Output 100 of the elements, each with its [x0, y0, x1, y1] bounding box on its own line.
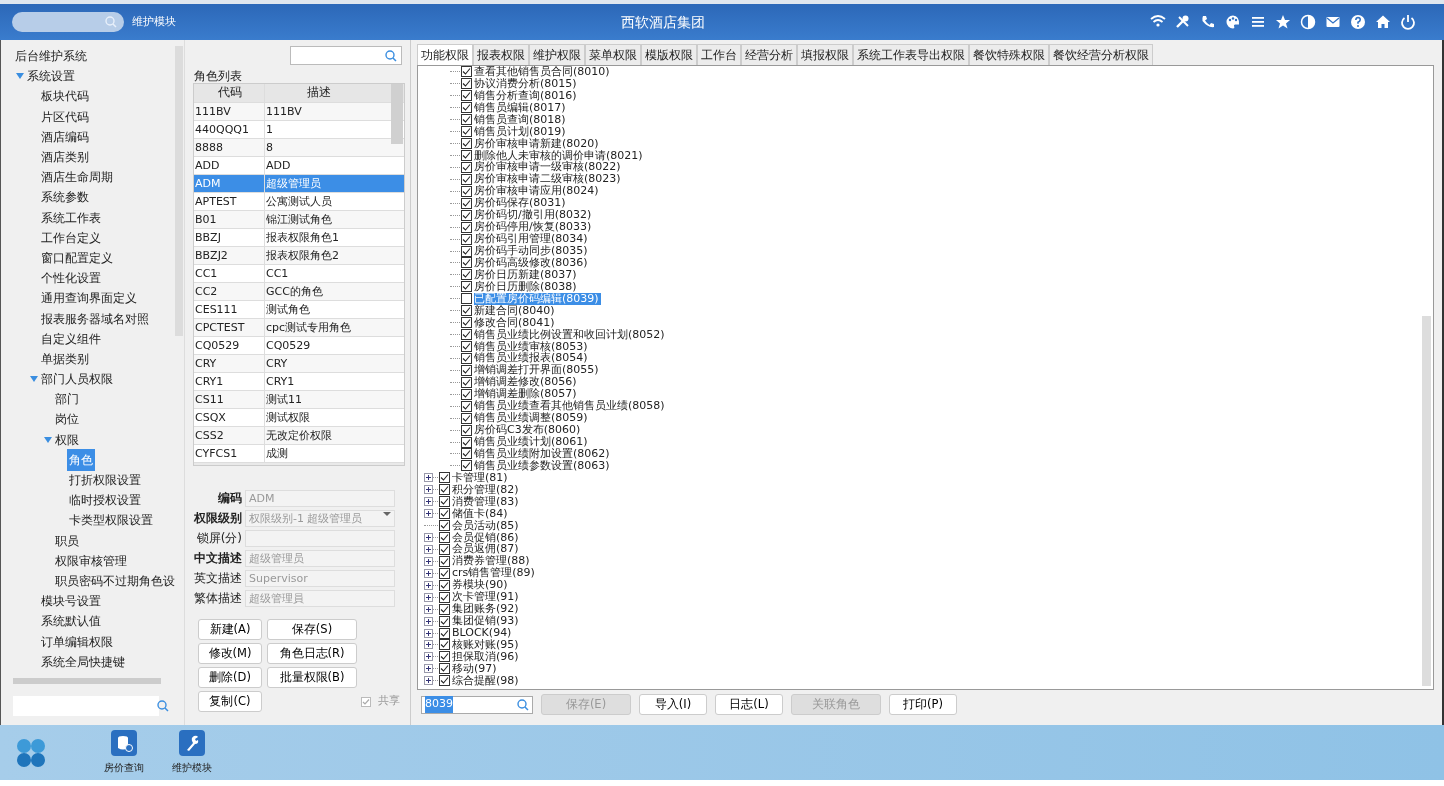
- tree-item[interactable]: 权限审核管理: [53, 549, 129, 572]
- tree-item[interactable]: 房价审核申请应用(8024): [474, 185, 601, 198]
- tree-item[interactable]: 协议消费分析(8015): [474, 77, 579, 90]
- search-field[interactable]: [13, 696, 159, 716]
- checkbox[interactable]: [461, 209, 472, 221]
- expand-icon[interactable]: [424, 652, 433, 662]
- app-label[interactable]: 房价查询: [104, 760, 144, 775]
- checkbox[interactable]: [439, 496, 450, 508]
- checkbox[interactable]: [461, 364, 472, 376]
- tree-item[interactable]: 销售员业绩计划(8061): [474, 436, 590, 449]
- tab[interactable]: 菜单权限: [585, 44, 641, 65]
- search-icon[interactable]: [517, 698, 529, 711]
- search-icon[interactable]: [157, 700, 169, 712]
- expand-icon[interactable]: [424, 473, 433, 483]
- tree-item[interactable]: 担保取消(96): [452, 650, 521, 663]
- tree-item[interactable]: 通用查询界面定义: [39, 287, 139, 310]
- checkbox[interactable]: [439, 508, 450, 520]
- expand-icon[interactable]: [424, 485, 433, 495]
- expand-icon[interactable]: [424, 544, 433, 554]
- expand-icon[interactable]: [424, 628, 433, 638]
- tree-item[interactable]: 房价码手动同步(8035): [474, 245, 590, 258]
- tree-item[interactable]: 工作台定义: [39, 226, 103, 249]
- search-field[interactable]: [12, 12, 124, 32]
- checkbox[interactable]: [439, 520, 450, 532]
- search-icon[interactable]: [385, 50, 397, 62]
- tree-item[interactable]: 消费券管理(88): [452, 555, 532, 568]
- tree-item[interactable]: 查看其他销售员合同(8010): [474, 66, 612, 78]
- tree-item[interactable]: 单据类别: [39, 347, 91, 370]
- tree-item[interactable]: 片区代码: [39, 105, 91, 128]
- checkbox[interactable]: [461, 245, 472, 257]
- checkbox[interactable]: [461, 150, 472, 162]
- phone-icon[interactable]: [1200, 14, 1216, 30]
- tree-item[interactable]: 修改合同(8041): [474, 316, 557, 329]
- checkbox[interactable]: [439, 651, 450, 663]
- tree-item[interactable]: 房价审核申请二级审核(8023): [474, 173, 623, 186]
- checkbox[interactable]: [439, 615, 450, 627]
- tree-item[interactable]: 房价码切/撤引用(8032): [474, 209, 594, 222]
- tree-item[interactable]: 岗位: [53, 408, 81, 431]
- tree-item[interactable]: 会员活动(85): [452, 519, 521, 532]
- tree-item[interactable]: 板块代码: [39, 85, 91, 108]
- expanded-arrow-icon[interactable]: [43, 435, 53, 444]
- expand-icon[interactable]: [424, 676, 433, 686]
- expand-icon[interactable]: [424, 533, 433, 543]
- checkbox[interactable]: [461, 185, 472, 197]
- tree-item[interactable]: 销售员计划(8019): [474, 125, 568, 138]
- tree-item[interactable]: crs销售管理(89): [452, 567, 537, 580]
- mail-icon[interactable]: [1325, 14, 1341, 30]
- action-button[interactable]: 批量权限(B): [267, 667, 357, 688]
- tree-item[interactable]: 增销调差修改(8056): [474, 376, 579, 389]
- tree-item[interactable]: 酒店编码: [39, 125, 91, 148]
- action-button[interactable]: 复制(C): [198, 691, 262, 712]
- checkbox[interactable]: [439, 472, 450, 484]
- tree-item[interactable]: 职员: [53, 529, 81, 552]
- tree-item[interactable]: 删除他人未审核的调价申请(8021): [474, 149, 645, 162]
- tree-item[interactable]: 自定义组件: [39, 327, 103, 350]
- tree-item[interactable]: 房价审核申请一级审核(8022): [474, 161, 623, 174]
- checkbox[interactable]: [461, 90, 472, 102]
- tree-item[interactable]: 储值卡(84): [452, 507, 510, 520]
- scrollbar[interactable]: [13, 678, 161, 684]
- expand-icon[interactable]: [424, 664, 433, 674]
- tree-item[interactable]: 部门人员权限: [39, 368, 115, 391]
- expand-icon[interactable]: [424, 556, 433, 566]
- checkbox[interactable]: [461, 66, 472, 78]
- menu-icon[interactable]: [1250, 14, 1266, 30]
- tree-item[interactable]: 增销调差删除(8057): [474, 388, 579, 401]
- expand-icon[interactable]: [424, 580, 433, 590]
- checkbox[interactable]: [461, 352, 472, 364]
- checkbox[interactable]: [461, 388, 472, 400]
- tab[interactable]: 报表权限: [473, 44, 529, 65]
- checkbox[interactable]: [461, 424, 472, 436]
- checkbox[interactable]: [439, 603, 450, 615]
- checkbox[interactable]: [461, 436, 472, 448]
- tree-item[interactable]: 销售员业绩报表(8054): [474, 352, 590, 365]
- tree-item[interactable]: 销售分析查询(8016): [474, 89, 579, 102]
- column-header[interactable]: 描述: [265, 84, 372, 102]
- checkbox[interactable]: [461, 448, 472, 460]
- tree-item[interactable]: 销售员业绩比例设置和收回计划(8052): [474, 328, 667, 341]
- checkbox[interactable]: [439, 663, 450, 675]
- scrollbar[interactable]: [1422, 316, 1431, 686]
- checkbox[interactable]: [461, 221, 472, 233]
- tree-item[interactable]: 核账对账(95): [452, 638, 521, 651]
- app-label[interactable]: 维护模块: [172, 760, 212, 775]
- tree-item[interactable]: 卡类型权限设置: [67, 509, 155, 532]
- tree-item[interactable]: 系统参数: [39, 186, 91, 209]
- tree-item[interactable]: 会员促销(86): [452, 531, 521, 544]
- tree-item[interactable]: 销售员业绩参数设置(8063): [474, 459, 612, 472]
- expand-icon[interactable]: [424, 497, 433, 507]
- tree-item[interactable]: 集团促销(93): [452, 615, 521, 628]
- tree-item[interactable]: 房价码停用/恢复(8033): [474, 221, 594, 234]
- checkbox[interactable]: [439, 484, 450, 496]
- checkbox[interactable]: [439, 627, 450, 639]
- action-button[interactable]: 角色日志(R): [267, 643, 357, 664]
- checkbox[interactable]: [461, 400, 472, 412]
- checkbox[interactable]: [439, 639, 450, 651]
- checkbox[interactable]: [461, 257, 472, 269]
- expand-icon[interactable]: [424, 604, 433, 614]
- action-button[interactable]: 日志(L): [715, 694, 783, 715]
- tab[interactable]: 模版权限: [641, 44, 697, 65]
- checkbox[interactable]: [461, 341, 472, 353]
- database-icon[interactable]: [111, 730, 137, 756]
